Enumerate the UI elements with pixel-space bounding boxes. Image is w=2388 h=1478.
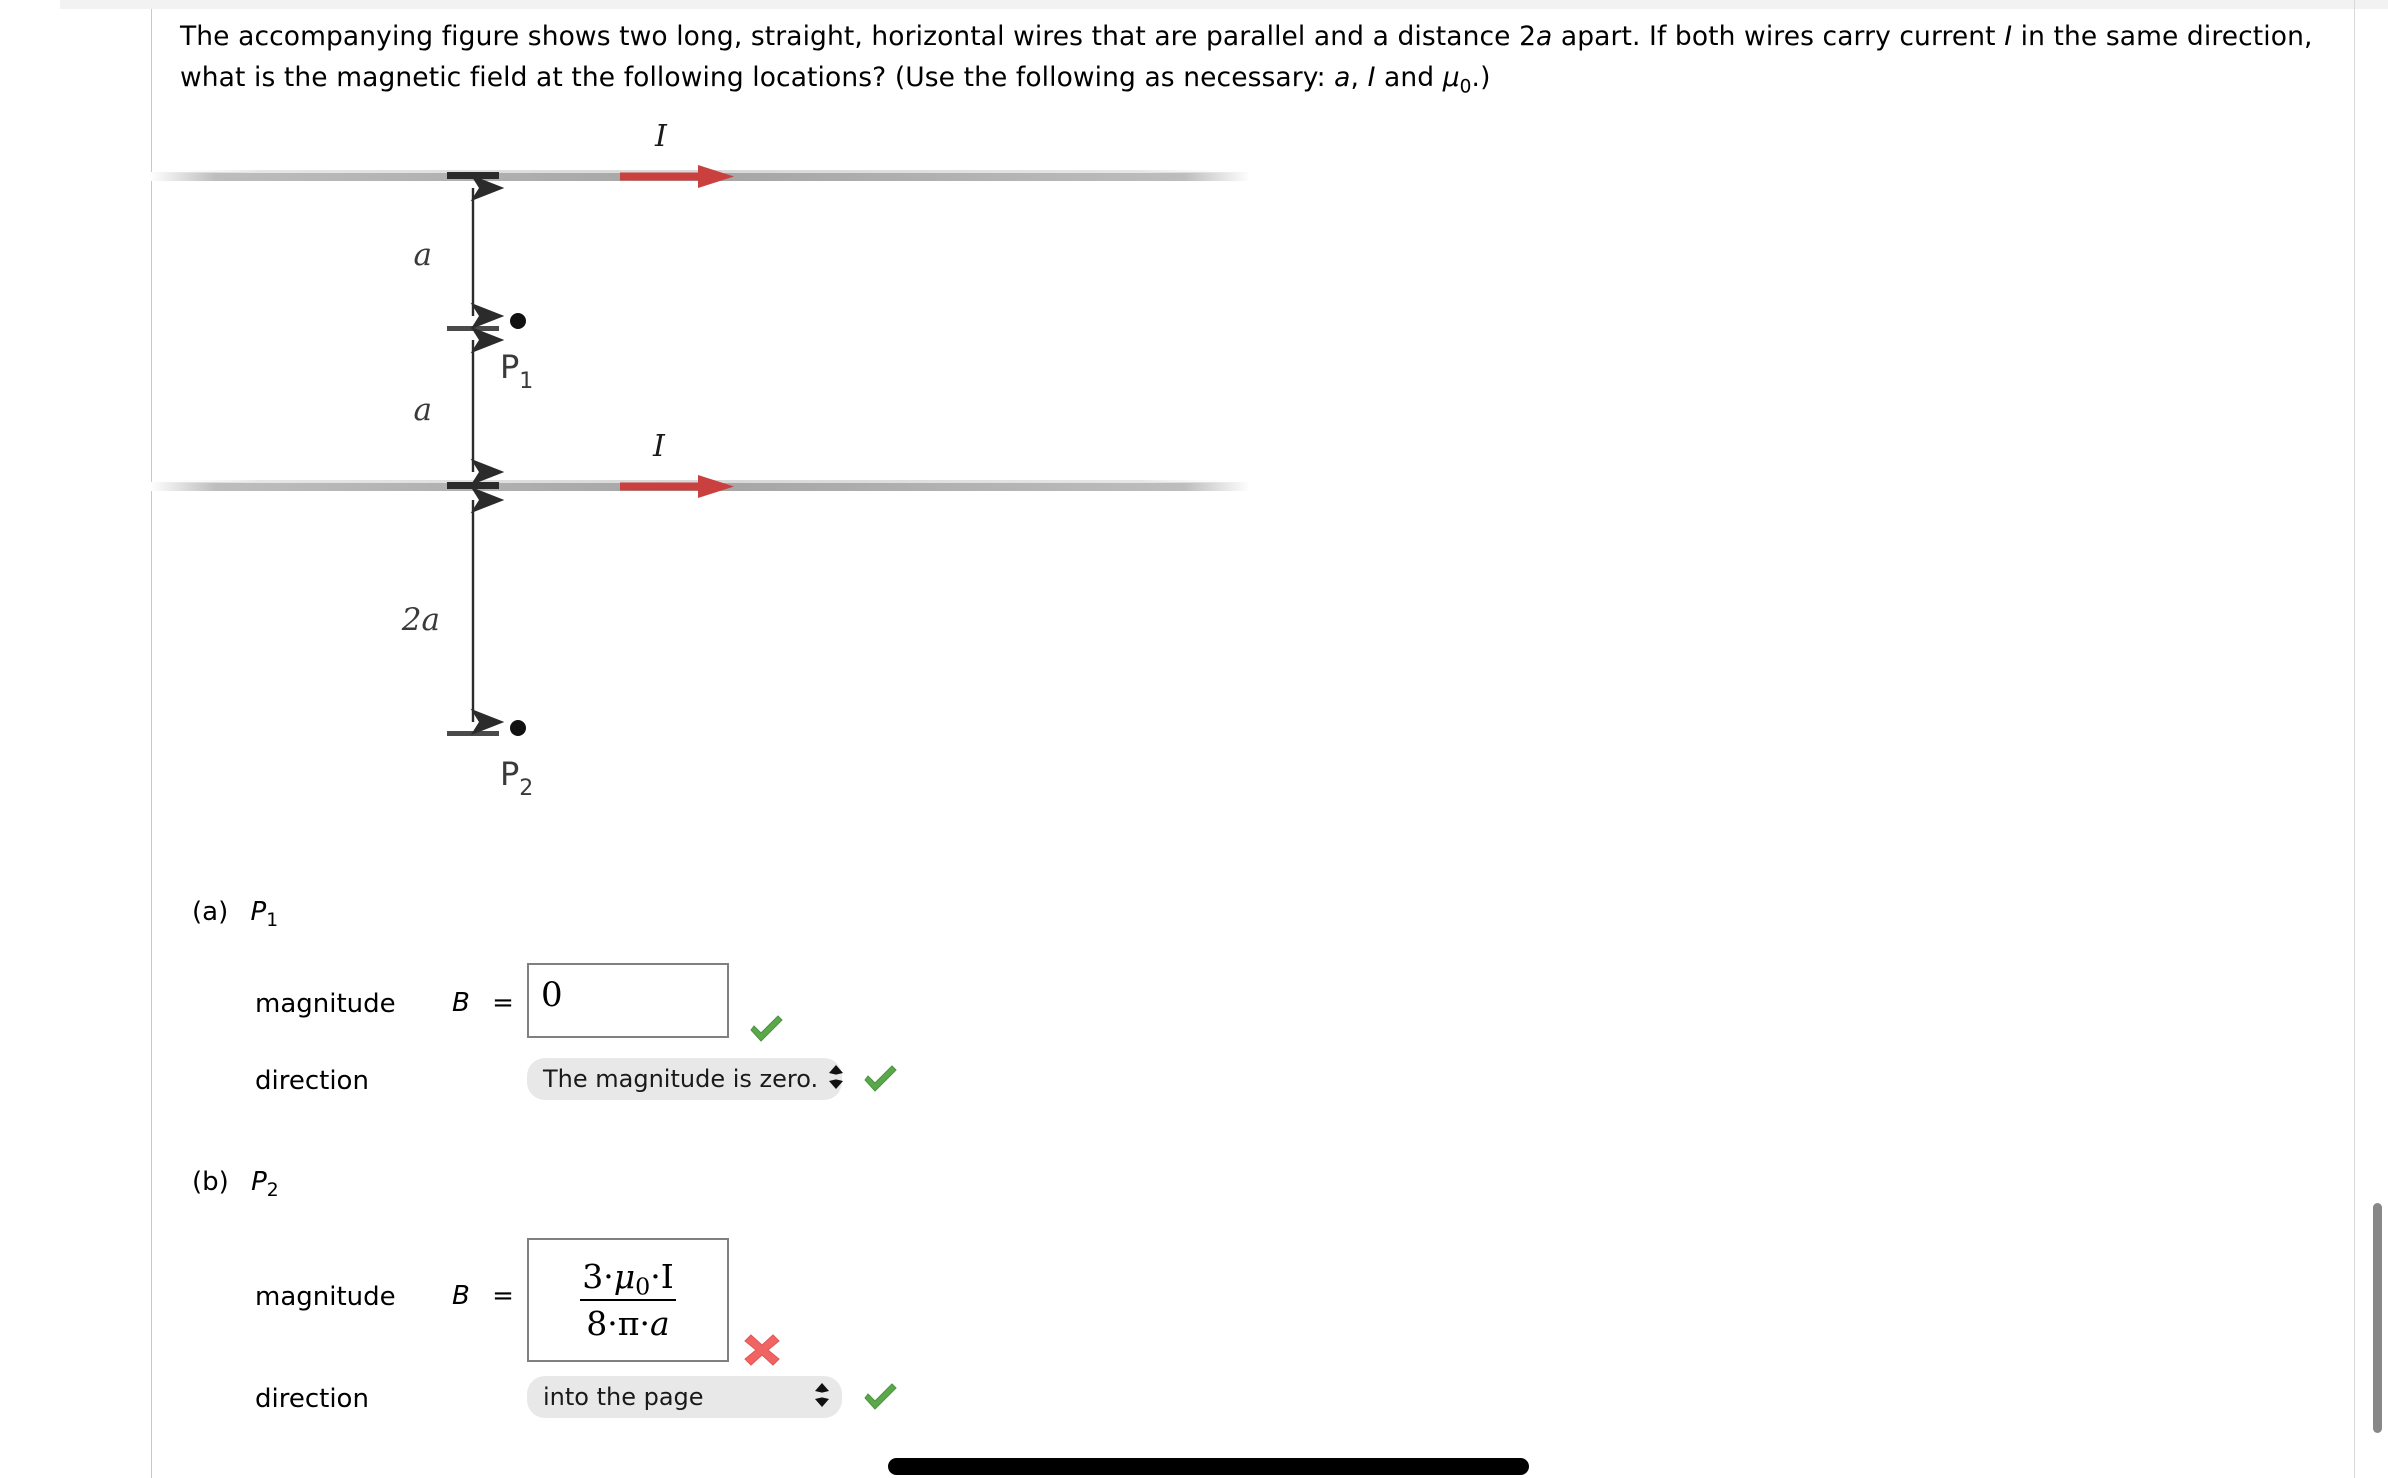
question-line-1-part-e: in the same direction, xyxy=(2012,21,2313,52)
point-p2-dot xyxy=(510,720,526,736)
dim-label-a-bottom: a xyxy=(414,392,432,428)
point-p1-dot xyxy=(510,313,526,329)
diagram-svg: I I a a 2a P1 P2 xyxy=(150,119,1250,801)
question-var-a-2: a xyxy=(1334,62,1351,93)
part-a-equals-sign: = xyxy=(492,988,514,1018)
part-a-direction-label: direction xyxy=(255,1066,369,1096)
part-b-direction-status-check-icon xyxy=(858,1376,902,1420)
chevron-updown-icon-b xyxy=(814,1382,830,1413)
part-b-direction-value: into the page xyxy=(543,1383,704,1411)
part-a-tag: (a) xyxy=(192,897,229,927)
part-b-b-equals: B = xyxy=(452,1281,514,1311)
part-b-magnitude-status-cross-icon xyxy=(740,1328,784,1372)
part-a-direction-value: The magnitude is zero. xyxy=(543,1065,819,1093)
part-a-magnitude-input[interactable]: 0 xyxy=(527,963,729,1038)
dim-label-a-top: a xyxy=(414,237,432,273)
part-a-heading: (a) P1 xyxy=(192,897,278,931)
vertical-scrollbar-thumb[interactable] xyxy=(2373,1203,2382,1433)
question-var-I-1: I xyxy=(2004,21,2013,52)
part-a-b-symbol: B xyxy=(452,988,470,1018)
dim-label-2a: 2a xyxy=(401,602,440,638)
question-line-2-part-a: what is the magnetic field at the follow… xyxy=(180,62,1335,93)
part-a-direction-status-check-icon xyxy=(858,1058,902,1102)
question-line-2-end: .) xyxy=(1471,62,1491,93)
part-a-magnitude-value: 0 xyxy=(541,975,563,1015)
part-b-point: P2 xyxy=(251,1167,279,1202)
bottom-wire-tick xyxy=(447,482,499,489)
part-a-b-equals: B = xyxy=(452,988,514,1018)
point-p1-label: P1 xyxy=(500,348,533,394)
bottom-current-label: I xyxy=(652,429,666,464)
question-text: The accompanying figure shows two long, … xyxy=(180,16,2330,107)
question-var-mu0: μ0 xyxy=(1442,62,1472,98)
part-b-heading: (b) P2 xyxy=(192,1167,279,1201)
question-line-1-part-a: The accompanying figure shows two long, … xyxy=(180,21,1537,52)
part-b-tag: (b) xyxy=(192,1167,229,1197)
part-a-magnitude-status-check-icon xyxy=(744,1008,788,1052)
top-wire-tick xyxy=(447,172,499,179)
bottom-wire-current-arrow xyxy=(620,475,734,498)
part-b-direction-label: direction xyxy=(255,1384,369,1414)
physics-diagram: I I a a 2a P1 P2 xyxy=(150,110,1250,890)
part-b-magnitude-input[interactable]: 3·μ0·I 8·π·a xyxy=(527,1238,729,1362)
question-line-1-part-c: apart. If both wires carry current xyxy=(1552,21,2005,52)
part-a-direction-select[interactable]: The magnitude is zero. xyxy=(527,1058,844,1100)
question-var-a-1: a xyxy=(1536,21,1553,52)
scroll-track-divider xyxy=(2354,0,2355,1478)
top-current-label: I xyxy=(654,119,668,154)
part-a-magnitude-label: magnitude xyxy=(255,989,396,1019)
page-root: The accompanying figure shows two long, … xyxy=(0,0,2388,1478)
part-b-equals-sign: = xyxy=(492,1281,514,1311)
fraction-numerator: 3·μ0·I xyxy=(582,1257,674,1301)
p2-level-tick xyxy=(447,731,499,736)
fraction-denominator: 8·π·a xyxy=(580,1298,676,1343)
question-line-2-and: and xyxy=(1375,62,1443,93)
top-chrome-strip xyxy=(60,0,2388,9)
part-b-magnitude-fraction: 3·μ0·I 8·π·a xyxy=(529,1256,727,1344)
horizontal-scrollbar-thumb[interactable] xyxy=(888,1458,1529,1475)
point-p2-label: P2 xyxy=(500,755,533,801)
p1-level-tick xyxy=(447,326,499,331)
part-a-point: P1 xyxy=(250,897,279,932)
part-b-b-symbol: B xyxy=(452,1281,470,1311)
question-line-2-comma: , xyxy=(1350,62,1368,93)
top-wire-current-arrow xyxy=(620,165,734,188)
part-b-magnitude-label: magnitude xyxy=(255,1282,396,1312)
part-b-direction-select[interactable]: into the page xyxy=(527,1376,842,1418)
chevron-updown-icon xyxy=(828,1064,844,1095)
